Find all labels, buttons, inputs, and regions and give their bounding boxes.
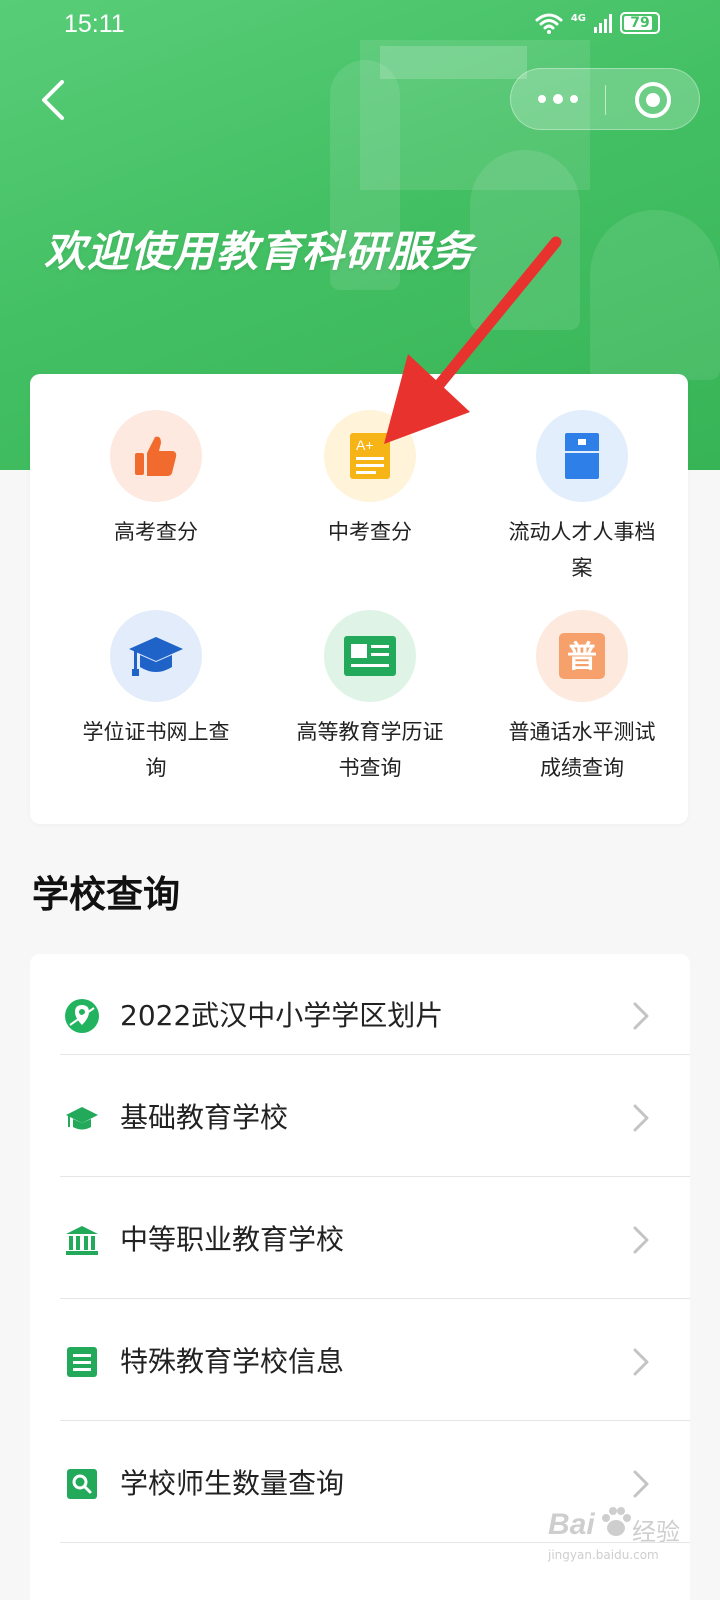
service-label: 流动人才人事档案 bbox=[508, 520, 656, 580]
chevron-right-icon bbox=[633, 1226, 649, 1254]
row-divider bbox=[60, 1298, 690, 1299]
list-item-label: 基础教育学校 bbox=[120, 1101, 289, 1134]
list-item-label: 特殊教育学校信息 bbox=[120, 1345, 345, 1378]
chevron-right-icon bbox=[633, 1002, 649, 1030]
watermark-brand: Bai bbox=[548, 1508, 595, 1541]
section-title-school-query: 学校查询 bbox=[32, 873, 180, 916]
thumbs-up-icon bbox=[110, 410, 202, 502]
more-dots-icon bbox=[538, 95, 546, 103]
service-label: 高考查分 bbox=[114, 520, 198, 544]
chevron-right-icon bbox=[633, 1348, 649, 1376]
chevron-right-icon bbox=[633, 1104, 649, 1132]
list-item-label: 2022武汉中小学学区划片 bbox=[120, 999, 444, 1032]
more-dots-icon bbox=[570, 95, 578, 103]
status-bar: 15:11 4G 79 bbox=[0, 0, 720, 54]
battery-level: 79 bbox=[630, 15, 650, 31]
signal-icon bbox=[594, 13, 612, 33]
baidu-jingyan-watermark: Bai 经验 jingyan.baidu.com bbox=[548, 1500, 708, 1570]
service-gaokao-score[interactable]: 高考查分 bbox=[46, 410, 266, 550]
map-pin-icon bbox=[65, 999, 99, 1033]
id-card-icon bbox=[324, 610, 416, 702]
row-divider bbox=[60, 1176, 690, 1177]
graduation-cap-icon bbox=[110, 610, 202, 702]
mortarboard-icon bbox=[66, 1107, 98, 1130]
service-label: 中考查分 bbox=[328, 520, 412, 544]
service-label: 高等教育学历证书查询 bbox=[296, 720, 444, 780]
close-miniprogram-icon[interactable] bbox=[635, 82, 671, 118]
list-item-special-education[interactable]: 特殊教育学校信息 bbox=[30, 1300, 690, 1424]
service-degree-certificate[interactable]: 学位证书网上查询 bbox=[46, 610, 266, 786]
more-menu-button[interactable] bbox=[511, 69, 605, 129]
report-grade-text: A+ bbox=[356, 437, 374, 453]
banner-photo-student bbox=[590, 210, 720, 380]
service-putonghua-score[interactable]: 普 普通话水平测试成绩查询 bbox=[472, 610, 692, 786]
row-divider bbox=[60, 1054, 690, 1055]
chevron-right-icon bbox=[633, 1470, 649, 1498]
list-doc-icon bbox=[67, 1347, 97, 1377]
services-card: 高考查分 A+ 中考查分 流动人才人事档案 学位证书网上查询 高等教育学历证书查… bbox=[30, 374, 688, 824]
status-time: 15:11 bbox=[64, 10, 125, 38]
service-higher-edu-certificate[interactable]: 高等教育学历证书查询 bbox=[260, 610, 480, 786]
list-item-basic-education[interactable]: 基础教育学校 bbox=[30, 1056, 690, 1180]
institution-icon bbox=[66, 1226, 98, 1255]
list-item-vocational-school[interactable]: 中等职业教育学校 bbox=[30, 1178, 690, 1302]
file-cabinet-icon bbox=[536, 410, 628, 502]
more-dots-icon bbox=[553, 94, 563, 104]
putonghua-badge-icon: 普 bbox=[536, 610, 628, 702]
wifi-icon bbox=[535, 13, 563, 34]
putonghua-badge-text: 普 bbox=[567, 640, 597, 675]
watermark-url: jingyan.baidu.com bbox=[548, 1548, 659, 1562]
row-divider bbox=[60, 1420, 690, 1421]
list-item-label: 中等职业教育学校 bbox=[120, 1223, 345, 1256]
service-talent-archive[interactable]: 流动人才人事档案 bbox=[472, 410, 692, 586]
network-type: 4G bbox=[570, 12, 586, 24]
grade-report-icon: A+ bbox=[324, 410, 416, 502]
list-item-label: 学校师生数量查询 bbox=[120, 1467, 345, 1500]
watermark-jingyan: 经验 bbox=[632, 1518, 680, 1546]
service-zhongkao-score[interactable]: A+ 中考查分 bbox=[260, 410, 480, 550]
banner-photo-student bbox=[470, 150, 580, 330]
capsule-divider bbox=[605, 85, 606, 115]
miniprogram-capsule bbox=[510, 68, 700, 130]
back-arrow-icon[interactable] bbox=[36, 78, 76, 122]
status-icons: 4G 79 bbox=[535, 12, 660, 34]
service-label: 学位证书网上查询 bbox=[82, 720, 230, 780]
paw-logo-icon bbox=[602, 1507, 631, 1536]
battery-icon: 79 bbox=[620, 12, 660, 34]
service-label: 普通话水平测试成绩查询 bbox=[508, 720, 656, 780]
welcome-title: 欢迎使用教育科研服务 bbox=[44, 227, 475, 276]
search-box-icon bbox=[67, 1469, 97, 1499]
